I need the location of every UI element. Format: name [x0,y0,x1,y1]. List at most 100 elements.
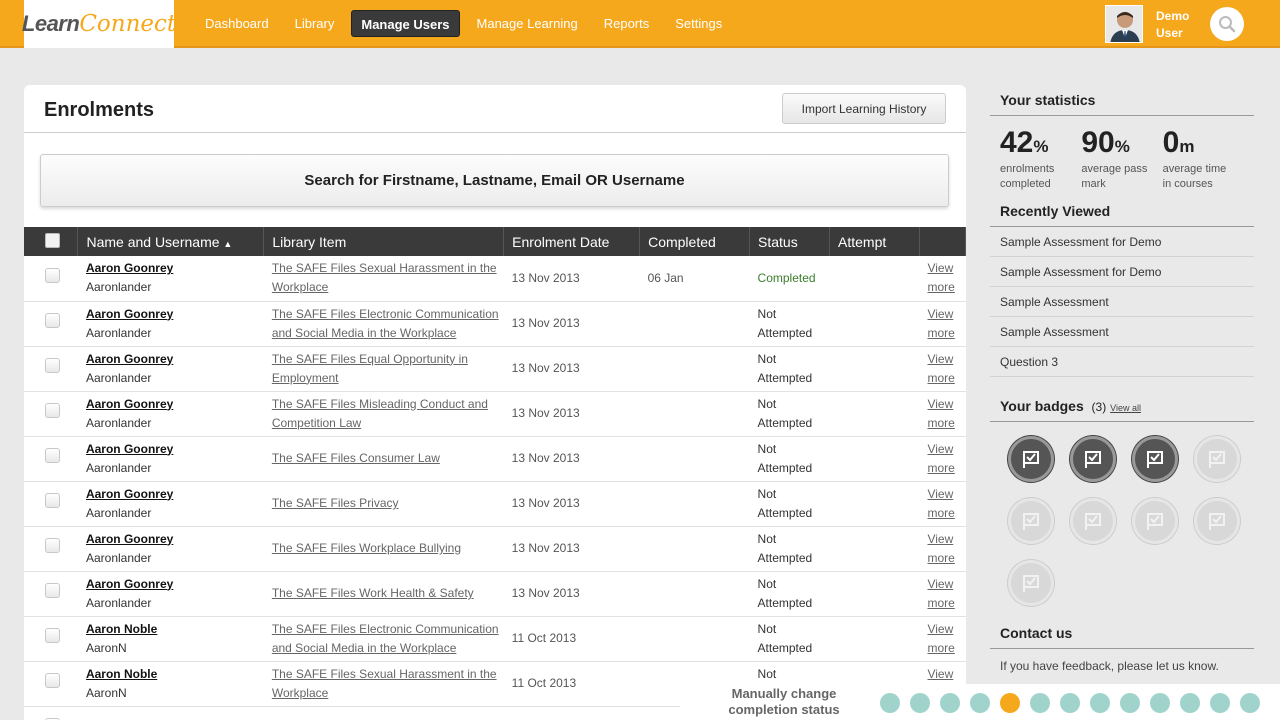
recent-item[interactable]: Sample Assessment for Demo [990,257,1254,287]
user-name-link[interactable]: Aaron Goonrey [86,575,264,594]
logo[interactable]: Learn Connect [22,0,176,48]
import-learning-history-button[interactable]: Import Learning History [782,93,946,124]
step-dot[interactable] [970,693,990,713]
user-name-link[interactable]: Aaron Goonrey [86,259,264,278]
step-dot[interactable] [1240,693,1260,713]
user-name-link[interactable]: Aaron Goonrey [86,440,264,459]
nav-reports[interactable]: Reports [595,10,659,37]
col-library-item[interactable]: Library Item [263,227,505,256]
view-more-link[interactable]: Viewmore [927,397,954,430]
step-dot[interactable] [1120,693,1140,713]
select-all-checkbox[interactable] [45,232,60,248]
recent-item[interactable]: Sample Assessment [990,287,1254,317]
view-more-link[interactable]: Viewmore [927,622,954,655]
step-dot[interactable] [1030,693,1050,713]
row-checkbox[interactable] [45,267,60,283]
step-dot[interactable] [910,693,930,713]
library-item-link[interactable]: The SAFE Files Electronic Communication … [272,307,499,340]
step-dots [880,693,1260,713]
search-button[interactable] [1210,7,1244,41]
avatar[interactable] [1105,5,1143,43]
view-more-link[interactable]: Viewmore [927,532,954,565]
row-checkbox[interactable] [45,673,60,688]
badge-icon[interactable] [1070,436,1116,482]
username: Aaronlander [85,370,152,385]
badge-icon[interactable] [1194,436,1240,482]
user-name-link[interactable]: Aaron Noble [86,620,264,639]
badge-icon[interactable] [1194,498,1240,544]
user-name-link[interactable]: Aaron Goonrey [86,350,264,369]
nav-manage-users[interactable]: Manage Users [351,10,460,37]
col-actions [919,227,967,256]
view-more-link[interactable]: Viewmore [927,307,954,340]
sort-asc-icon: ▲ [223,238,233,249]
badge-icon[interactable] [1008,498,1054,544]
nav-settings[interactable]: Settings [666,10,731,37]
recent-title: Recently Viewed [990,196,1254,227]
recent-item[interactable]: Sample Assessment [990,317,1254,347]
library-item-link[interactable]: The SAFE Files Privacy [272,496,399,510]
table-row: Aaron Goonrey Aaronlander The SAFE Files W… [24,526,966,572]
step-dot[interactable] [880,693,900,713]
enrolments-panel: Enrolments Import Learning History Searc… [24,85,967,720]
nav-library[interactable]: Library [286,10,344,37]
row-checkbox[interactable] [45,538,60,553]
attempt [829,481,920,527]
view-more-link[interactable]: Viewmore [927,261,954,294]
badges-view-all-link[interactable]: View all [1110,403,1141,413]
library-item-link[interactable]: The SAFE Files Electronic Communication … [272,622,499,655]
badge-icon[interactable] [1008,436,1054,482]
nav-manage-learning[interactable]: Manage Learning [468,10,587,37]
enrolment-date: 11 Oct 2013 [503,661,640,707]
badge-icon[interactable] [1070,498,1116,544]
col-attempt[interactable]: Attempt [829,227,920,256]
row-checkbox[interactable] [45,358,60,373]
recent-item[interactable]: Question 3 [990,347,1254,377]
row-checkbox[interactable] [45,628,60,643]
library-item-link[interactable]: The SAFE Files Sexual Harassment in the … [272,261,497,294]
username: Aaronlander [85,415,152,430]
recent-item[interactable]: Sample Assessment for Demo [990,227,1254,257]
row-checkbox[interactable] [45,583,60,598]
step-dot[interactable] [1150,693,1170,713]
user-name[interactable]: Demo User [1156,8,1196,42]
enrolment-date: 13 Nov 2013 [503,391,640,437]
user-name-link[interactable]: Aaron Goonrey [86,395,264,414]
badge-icon[interactable] [1008,560,1054,606]
library-item-link[interactable]: The SAFE Files Workplace Bullying [272,541,461,555]
step-dot[interactable] [940,693,960,713]
library-item-link[interactable]: The SAFE Files Consumer Law [272,451,440,465]
user-name-link[interactable]: Aaron Goonrey [86,485,264,504]
row-checkbox[interactable] [45,448,60,463]
user-name-link[interactable]: Aaron Noble [86,665,264,684]
username: Aaronlander [85,280,152,295]
row-checkbox[interactable] [45,493,60,508]
view-more-link[interactable]: Viewmore [927,442,954,475]
view-more-link[interactable]: Viewmore [927,487,954,520]
user-name-link[interactable]: Aaron Goonrey [86,305,264,324]
row-checkbox[interactable] [45,313,60,328]
badge-icon[interactable] [1132,436,1178,482]
nav-dashboard[interactable]: Dashboard [196,10,278,37]
step-dot[interactable] [1060,693,1080,713]
step-dot[interactable] [1090,693,1110,713]
badge-icon[interactable] [1132,498,1178,544]
col-name[interactable]: Name and Username ▲ [77,227,265,256]
user-search-bar[interactable]: Search for Firstname, Lastname, Email OR… [40,154,949,207]
library-item-link[interactable]: The SAFE Files Equal Opportunity in Empl… [272,352,468,385]
library-item-link[interactable]: The SAFE Files Work Health & Safety [272,586,474,600]
library-item-link[interactable]: The SAFE Files Sexual Harassment in the … [272,667,497,700]
step-dot[interactable] [1000,693,1020,713]
col-status[interactable]: Status [749,227,830,256]
col-enrolment-date[interactable]: Enrolment Date [503,227,641,256]
library-item-link[interactable]: The SAFE Files Misleading Conduct and Co… [272,397,488,430]
user-name-link[interactable]: Aaron Goonrey [86,530,264,549]
col-completed[interactable]: Completed [639,227,751,256]
view-more-link[interactable]: Viewmore [927,352,954,385]
step-dot[interactable] [1210,693,1230,713]
username: Aaronlander [85,325,152,340]
row-checkbox[interactable] [45,403,60,418]
view-more-link[interactable]: Viewmore [927,577,954,610]
step-dot[interactable] [1180,693,1200,713]
completed-date: 06 Jan [639,256,750,302]
